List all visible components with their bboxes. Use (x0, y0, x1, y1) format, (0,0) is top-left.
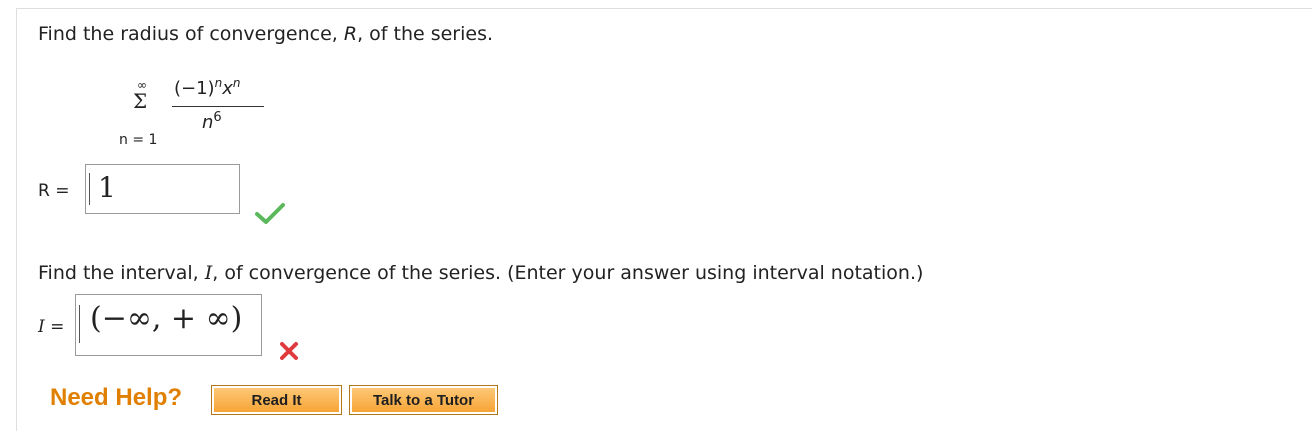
series-expression: ∞ Σ n = 1 (−1)nxn n6 (110, 76, 280, 156)
input-cursor (89, 173, 90, 205)
radius-label: R = (38, 181, 70, 201)
read-it-button[interactable]: Read It (211, 385, 342, 415)
talk-to-tutor-button[interactable]: Talk to a Tutor (349, 385, 498, 415)
question-interval-prompt: Find the interval, I, of convergence of … (38, 262, 924, 284)
read-it-button-label: Read It (214, 388, 339, 412)
need-help-label: Need Help? (50, 384, 183, 411)
interval-answer-input[interactable]: (−∞, + ∞) (75, 294, 262, 356)
sigma-symbol: Σ (133, 89, 148, 113)
radius-answer-input[interactable]: 1 (85, 164, 240, 214)
question-frame (16, 8, 1312, 431)
series-numerator: (−1)nxn (174, 76, 241, 99)
interval-answer-value: (−∞, + ∞) (90, 301, 243, 336)
interval-label: I = (38, 317, 65, 337)
sum-lower-limit: n = 1 (119, 132, 158, 148)
correct-checkmark-icon (255, 203, 285, 224)
radius-answer-value: 1 (98, 171, 116, 204)
fraction-bar (172, 106, 264, 107)
question-radius-prompt: Find the radius of convergence, R, of th… (38, 23, 494, 45)
incorrect-cross-icon (280, 342, 298, 360)
talk-to-tutor-button-label: Talk to a Tutor (352, 388, 495, 412)
input-cursor (79, 305, 80, 343)
series-denominator: n6 (202, 110, 222, 133)
